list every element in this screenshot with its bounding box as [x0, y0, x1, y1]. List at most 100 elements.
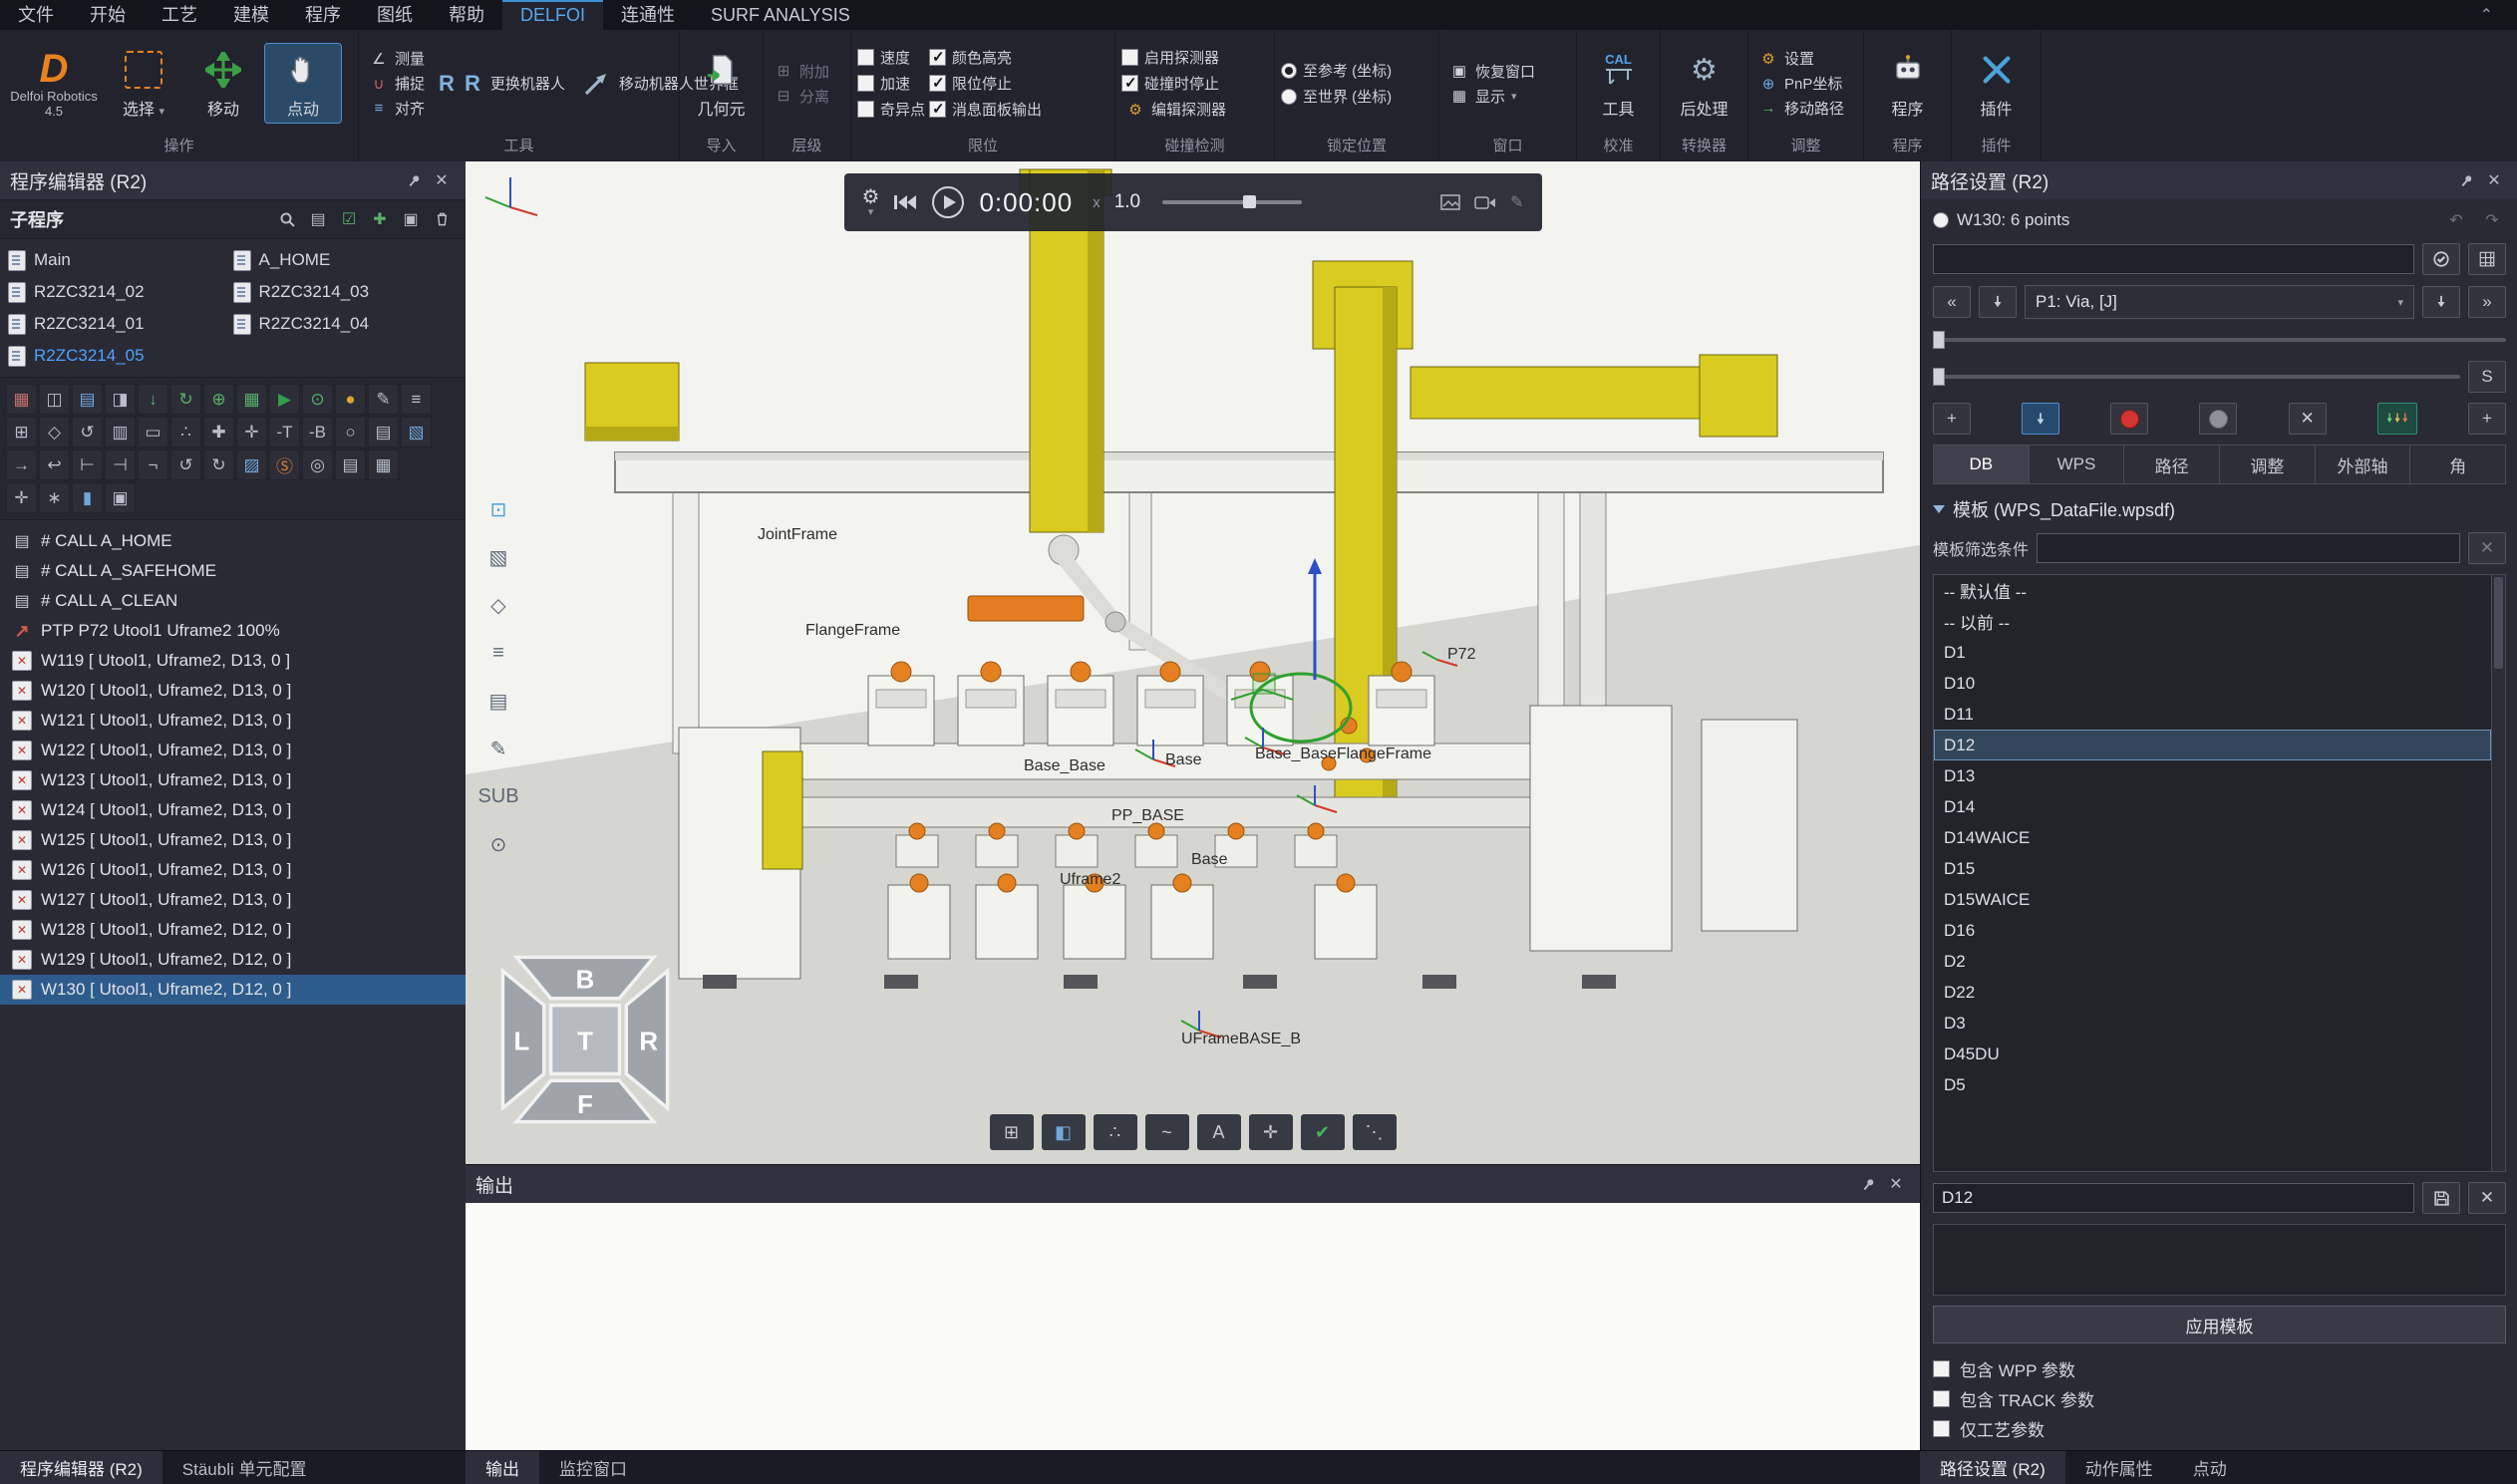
menu-item[interactable]: 工艺 [144, 0, 215, 30]
editor-tool-icon[interactable]: ≡ [401, 384, 432, 415]
program-line[interactable]: W127 [ Utool1, Uframe2, D13, 0 ] [0, 885, 466, 915]
program-line[interactable]: W124 [ Utool1, Uframe2, D13, 0 ] [0, 795, 466, 825]
template-filter-input[interactable] [2037, 533, 2460, 563]
undo-icon[interactable]: ↶ [2442, 207, 2470, 233]
prev-point-button[interactable]: « [1933, 286, 1971, 318]
program-line[interactable]: W128 [ Utool1, Uframe2, D12, 0 ] [0, 915, 466, 945]
lock-radio[interactable]: 至世界 (坐标) [1281, 85, 1392, 108]
edit-detector-button[interactable]: ⚙ 编辑探测器 [1121, 98, 1230, 121]
template-name-input[interactable] [1933, 1183, 2414, 1213]
cube-face-front[interactable]: F [577, 1091, 593, 1119]
viewport-mode-icon[interactable]: A [1197, 1114, 1241, 1150]
dock-tab[interactable]: 程序编辑器 (R2) [0, 1451, 162, 1484]
subprogram-item[interactable]: Main [8, 245, 233, 275]
pin-point-button[interactable] [2022, 403, 2059, 435]
template-item[interactable]: D16 [1934, 915, 2491, 946]
subprogram-item[interactable]: R2ZC3214_03 [233, 277, 459, 307]
template-item[interactable]: D10 [1934, 668, 2491, 699]
view-cube[interactable]: B L T R F [499, 954, 671, 1125]
settings-tab[interactable]: 调整 [2220, 445, 2316, 484]
template-item[interactable]: D3 [1934, 1008, 2491, 1039]
viewport-mode-icon[interactable]: ⊞ [990, 1114, 1034, 1150]
collision-checkbox[interactable]: 启用探测器 [1121, 46, 1230, 69]
subprogram-item[interactable]: A_HOME [233, 245, 459, 275]
editor-tool-icon[interactable]: ▤ [335, 449, 366, 480]
apply-template-button[interactable]: 应用模板 [1933, 1306, 2506, 1343]
limit-checkbox[interactable]: 消息面板输出 [929, 98, 1042, 121]
viewport-mode-icon[interactable]: ✔ [1301, 1114, 1345, 1150]
editor-tool-icon[interactable]: ↺ [72, 417, 103, 447]
template-option-checkbox[interactable]: 包含 TRACK 参数 [1933, 1383, 2506, 1413]
editor-tool-icon[interactable]: ▦ [368, 449, 399, 480]
pin-icon[interactable] [1854, 1171, 1882, 1197]
program-doc-icon[interactable]: ▤ [304, 206, 332, 232]
align-button[interactable]: ≡ 对齐 [365, 97, 429, 120]
limit-checkbox[interactable]: 奇异点 [857, 98, 925, 121]
template-item[interactable]: D2 [1934, 946, 2491, 977]
program-line[interactable]: # CALL A_HOME [0, 526, 466, 556]
editor-tool-icon[interactable]: → [6, 449, 37, 480]
viewport-mode-icon[interactable]: ~ [1145, 1114, 1189, 1150]
attach-button[interactable]: ⊞ 附加 [770, 60, 833, 83]
close-icon[interactable]: ✕ [428, 167, 456, 193]
collision-checkbox[interactable]: 碰撞时停止 [1121, 72, 1230, 95]
calibration-tool-button[interactable]: CAL 工具 [1581, 44, 1657, 123]
add-program-icon[interactable]: ✚ [366, 206, 394, 232]
snap-button[interactable]: ∪ 捕捉 [365, 72, 429, 95]
editor-tool-icon[interactable]: Ⓢ [269, 449, 300, 480]
move-path-button[interactable]: → 移动路径 [1754, 97, 1848, 120]
search-icon[interactable] [273, 206, 301, 232]
cube-face-left[interactable]: L [513, 1028, 529, 1055]
viewport-tool-icon[interactable]: ▧ [477, 538, 519, 576]
jog-button[interactable]: 点动 [265, 44, 341, 123]
editor-tool-icon[interactable]: ¬ [138, 449, 168, 480]
template-list[interactable]: -- 默认值 ---- 以前 --D1D10D11D12D13D14D14WAI… [1933, 574, 2506, 1172]
viewport-mode-icon[interactable]: ◧ [1042, 1114, 1086, 1150]
subprogram-item[interactable]: R2ZC3214_04 [233, 309, 459, 339]
orientation-slider[interactable] [1933, 366, 2460, 388]
geometry-import-button[interactable]: 几何元 [684, 44, 760, 123]
collapse-triangle-icon[interactable] [1933, 505, 1945, 513]
export-image-icon[interactable] [1440, 194, 1460, 210]
editor-tool-icon[interactable]: ▭ [138, 417, 168, 447]
pnp-coords-button[interactable]: ⊕ PnP坐标 [1754, 72, 1848, 95]
settings-button[interactable]: ⚙ 设置 [1754, 47, 1848, 70]
template-item[interactable]: -- 默认值 -- [1934, 575, 2491, 606]
viewport-tool-icon[interactable]: ⊡ [477, 490, 519, 528]
redo-icon[interactable]: ↷ [2478, 207, 2506, 233]
plugins-button[interactable]: 插件 [1959, 44, 2035, 123]
program-line[interactable]: W130 [ Utool1, Uframe2, D12, 0 ] [0, 975, 466, 1005]
scrollbar[interactable] [2491, 575, 2505, 1171]
display-button[interactable]: ▦ 显示 ▾ [1445, 85, 1539, 108]
rewind-icon[interactable] [893, 193, 917, 211]
lock-radio[interactable]: 至参考 (坐标) [1281, 59, 1392, 82]
template-item[interactable]: D22 [1934, 977, 2491, 1008]
editor-tool-icon[interactable]: ⊣ [105, 449, 136, 480]
program-line[interactable]: W120 [ Utool1, Uframe2, D13, 0 ] [0, 676, 466, 706]
settings-tab[interactable]: DB [1933, 445, 2030, 484]
editor-tool-icon[interactable]: ▦ [6, 384, 37, 415]
change-robot-button[interactable]: R R 更换机器人 [433, 67, 571, 101]
settings-tab[interactable]: 外部轴 [2316, 445, 2411, 484]
dock-tab[interactable]: 动作属性 [2065, 1451, 2173, 1484]
limit-checkbox[interactable]: 限位停止 [929, 72, 1042, 95]
menu-item[interactable]: 开始 [72, 0, 144, 30]
menu-item[interactable]: 程序 [287, 0, 359, 30]
editor-tool-icon[interactable]: ↻ [170, 384, 201, 415]
limit-checkbox[interactable]: 颜色高亮 [929, 46, 1042, 69]
subprogram-item[interactable]: R2ZC3214_05 [8, 341, 233, 371]
menu-item[interactable]: 建模 [215, 0, 287, 30]
editor-tool-icon[interactable]: ✚ [203, 417, 234, 447]
editor-tool-icon[interactable]: ✎ [368, 384, 399, 415]
editor-tool-icon[interactable]: ◨ [105, 384, 136, 415]
viewport-mode-icon[interactable]: ✛ [1249, 1114, 1293, 1150]
limit-checkbox[interactable]: 加速 [857, 72, 925, 95]
template-item[interactable]: D15 [1934, 853, 2491, 884]
program-line[interactable]: W126 [ Utool1, Uframe2, D13, 0 ] [0, 855, 466, 885]
play-icon[interactable] [931, 185, 965, 219]
collapse-ribbon-icon[interactable]: ⌃ [2472, 5, 2501, 25]
record-video-icon[interactable] [1474, 195, 1496, 210]
editor-tool-icon[interactable]: ▶ [269, 384, 300, 415]
detach-button[interactable]: ⊟ 分离 [770, 85, 833, 108]
editor-tool-icon[interactable]: ▣ [105, 482, 136, 513]
